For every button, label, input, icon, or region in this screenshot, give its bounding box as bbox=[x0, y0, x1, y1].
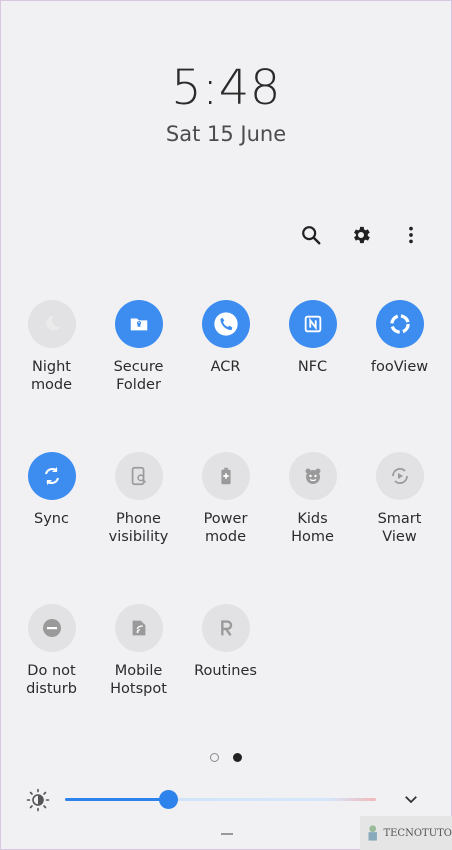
kids-home-icon bbox=[288, 452, 337, 500]
tile-label: Phone visibility bbox=[108, 511, 169, 545]
fooview-icon bbox=[375, 300, 424, 348]
watermark-logo-icon bbox=[368, 825, 377, 841]
routines-icon bbox=[201, 604, 250, 652]
page-indicator bbox=[0, 753, 452, 762]
gear-icon[interactable] bbox=[346, 220, 376, 250]
brightness-fill bbox=[65, 798, 168, 801]
page-dot[interactable] bbox=[210, 753, 219, 762]
sync-icon bbox=[27, 452, 76, 500]
moon-icon bbox=[27, 300, 76, 348]
tile-secure-folder[interactable]: Secure Folder bbox=[95, 300, 182, 394]
top-actions bbox=[296, 220, 426, 250]
tile-label: Routines bbox=[194, 663, 257, 679]
tile-label: Night mode bbox=[30, 359, 73, 393]
brightness-slider[interactable] bbox=[65, 790, 376, 809]
tile-label: Mobile Hotspot bbox=[110, 663, 167, 697]
brightness-control bbox=[0, 786, 452, 816]
sun-icon bbox=[26, 788, 50, 816]
tile-do-not-disturb[interactable]: Do not disturb bbox=[8, 604, 95, 698]
brightness-thumb[interactable] bbox=[158, 790, 178, 809]
watermark: TECNOTUTO bbox=[360, 816, 452, 850]
hotspot-icon bbox=[114, 604, 163, 652]
nfc-icon bbox=[288, 300, 337, 348]
tile-smart-view[interactable]: Smart View bbox=[356, 452, 443, 546]
tile-label: Do not disturb bbox=[26, 663, 77, 697]
tile-mobile-hotspot[interactable]: Mobile Hotspot bbox=[95, 604, 182, 698]
tile-label: NFC bbox=[297, 359, 328, 375]
phone-visibility-icon bbox=[114, 452, 163, 500]
tile-label: fooView bbox=[370, 359, 429, 375]
tile-label: Power mode bbox=[203, 511, 248, 545]
watermark-text: TECNOTUTO bbox=[383, 827, 452, 839]
tile-label: Sync bbox=[34, 511, 69, 527]
tile-sync[interactable]: Sync bbox=[8, 452, 95, 528]
more-vert-icon[interactable] bbox=[396, 220, 426, 250]
search-icon[interactable] bbox=[296, 220, 326, 250]
tile-acr[interactable]: ACR bbox=[182, 300, 269, 376]
tile-nfc[interactable]: NFC bbox=[269, 300, 356, 376]
tile-label: Smart View bbox=[377, 511, 422, 545]
page-dot-current[interactable] bbox=[233, 753, 242, 762]
tile-power-mode[interactable]: Power mode bbox=[182, 452, 269, 546]
tile-label: Kids Home bbox=[291, 511, 334, 545]
tile-fooview[interactable]: fooView bbox=[356, 300, 443, 376]
secure-folder-icon bbox=[114, 300, 163, 348]
power-mode-icon bbox=[201, 452, 250, 500]
tile-label: ACR bbox=[210, 359, 241, 375]
do-not-disturb-icon bbox=[27, 604, 76, 652]
clock-date: Sat 15 June bbox=[165, 122, 287, 146]
clock-time: 5:48 bbox=[171, 60, 281, 116]
tile-night-mode[interactable]: Night mode bbox=[8, 300, 95, 394]
smart-view-icon bbox=[375, 452, 424, 500]
panel-handle[interactable] bbox=[221, 833, 233, 835]
tile-label: Secure Folder bbox=[113, 359, 164, 393]
tile-phone-visibility[interactable]: Phone visibility bbox=[95, 452, 182, 546]
tile-kids-home[interactable]: Kids Home bbox=[269, 452, 356, 546]
tile-routines[interactable]: Routines bbox=[182, 604, 269, 680]
phone-icon bbox=[201, 300, 250, 348]
chevron-down-icon[interactable] bbox=[402, 790, 420, 812]
